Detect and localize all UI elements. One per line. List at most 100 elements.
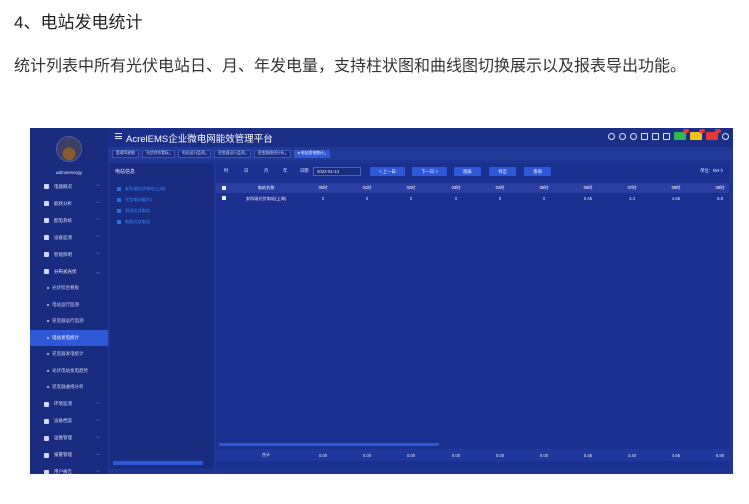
sidebar-item[interactable]: 电能概况 ﹀	[30, 178, 108, 195]
screen-icon[interactable]	[652, 132, 659, 140]
row-checkbox[interactable]	[222, 196, 226, 200]
close-icon[interactable]: ×	[205, 152, 207, 156]
shirt-icon[interactable]	[663, 132, 670, 140]
close-icon[interactable]: ×	[324, 152, 326, 156]
sidebar-item[interactable]: 用户报告 ﹀	[30, 464, 108, 475]
period-hour[interactable]: 时	[224, 168, 228, 174]
tree-scrollbar[interactable]	[113, 461, 203, 465]
date-picker[interactable]: 2022-01-13	[313, 167, 361, 176]
chevron-down-icon: ﹀	[96, 435, 100, 441]
user-icon[interactable]	[722, 132, 729, 140]
avatar[interactable]	[56, 136, 82, 162]
total-cell: 合计	[261, 452, 271, 457]
close-icon[interactable]: ×	[284, 152, 286, 156]
header-icons	[608, 129, 729, 140]
total-cell: 4.65	[671, 452, 681, 458]
analysis-icon	[44, 201, 49, 206]
sidebar-item-label: 能耗分析	[54, 200, 72, 206]
period-month[interactable]: 月	[264, 168, 268, 174]
tab-item[interactable]: 管理驾驶舱	[112, 149, 139, 158]
report-icon	[44, 469, 49, 474]
table-cell: 6.8	[717, 196, 723, 201]
table-scrollbar[interactable]	[219, 443, 439, 446]
warning-badge[interactable]	[706, 129, 721, 140]
bullet-icon	[47, 353, 49, 356]
sidebar-item[interactable]: 设备档案 ﹀	[30, 413, 108, 430]
column-header: 02时	[406, 185, 416, 190]
query-button[interactable]: 查询	[524, 167, 551, 176]
sidebar-item[interactable]: 能耗分析 ﹀	[30, 195, 108, 212]
fullscreen-icon[interactable]	[641, 132, 648, 140]
sidebar-item[interactable]: 光伏电站发电趋势	[30, 363, 108, 380]
prev-day-button[interactable]: < 上一日	[370, 167, 405, 176]
sidebar-item-label: 智能照明	[54, 251, 72, 257]
sidebar-item[interactable]: 电站运行监测	[30, 297, 108, 314]
table-cell: 0	[365, 196, 369, 201]
sidebar-item[interactable]: 智能照明 ﹀	[30, 246, 108, 263]
tree-title: 电站信息	[115, 169, 136, 175]
chevron-down-icon: ﹀	[96, 418, 100, 424]
refresh-icon[interactable]	[630, 132, 637, 140]
sidebar-item[interactable]: 电站发电统计	[30, 329, 108, 346]
tab-item[interactable]: 电站运行监测 ×	[177, 149, 211, 158]
tab-item[interactable]: 逆变器运行监测 ×	[213, 149, 251, 158]
tab-item[interactable]: 逆变器曲线分析 ×	[253, 149, 291, 158]
sidebar-item[interactable]: 报警管理 ﹀	[30, 447, 108, 464]
tree-item[interactable]: 测试光伏电站	[117, 207, 150, 215]
tree-item-label: 新能光伏电站	[125, 219, 151, 224]
bullet-icon	[47, 287, 49, 290]
table-cell: 0	[409, 196, 413, 201]
sidebar-item[interactable]: 设备监测 ﹀	[30, 229, 108, 246]
chevron-down-icon: ﹀	[96, 469, 100, 475]
sidebar-item[interactable]: 配电系统 ﹀	[30, 212, 108, 229]
sidebar-menu: 电能概况 ﹀ 能耗分析 ﹀ 配电系统 ﹀ 设备监测 ﹀ 智能照明 ﹀ 分布式光伏 ︿ 光伏综合看板 电站运…	[30, 178, 108, 474]
checkbox-icon[interactable]	[117, 187, 121, 191]
table-row[interactable]: 安科瑞光伏电站(上海) 0 0 0 0 0 0 0.45 3.4 4.65 6.8	[216, 193, 729, 204]
globe-icon[interactable]	[608, 132, 615, 140]
maintenance-icon	[44, 435, 49, 441]
table-cell: 0.45	[583, 196, 593, 201]
alert-badge[interactable]	[690, 129, 705, 140]
tab-item[interactable]: 光伏综合看板 ×	[141, 149, 175, 158]
bullet-icon	[47, 303, 49, 306]
next-day-button[interactable]: 下一日 >	[412, 167, 447, 176]
export-button[interactable]: 导出	[489, 167, 516, 176]
column-header: 08时	[671, 185, 681, 190]
sidebar-item[interactable]: 运维管理 ﹀	[30, 430, 108, 447]
toolbar: 时 日 月 年 日期 2022-01-13 < 上一日 下一日 > 图表 导出 …	[216, 166, 729, 178]
checkbox-icon[interactable]	[117, 220, 121, 224]
sidebar-item[interactable]: 环境监测 ﹀	[30, 396, 108, 413]
sidebar: adminenergy 电能概况 ﹀ 能耗分析 ﹀ 配电系统 ﹀ 设备监测 ﹀ 智能照明 ﹀ 分布式…	[30, 128, 108, 474]
close-icon[interactable]: ×	[245, 152, 247, 156]
sidebar-item[interactable]: 逆变器运行监测	[30, 313, 108, 330]
tree-item-label: 测试光伏电站	[125, 208, 151, 213]
chart-button[interactable]: 图表	[454, 167, 481, 176]
bell-badge[interactable]	[674, 129, 689, 140]
tab-bar: 管理驾驶舱 光伏综合看板 × 电站运行监测 × 逆变器运行监测 × 逆变器曲线分析 × ●…	[108, 147, 733, 160]
tree-item[interactable]: 新能光伏电站	[117, 218, 150, 226]
unit-label: 单位：kW·h	[700, 168, 723, 173]
select-all-checkbox[interactable]	[222, 186, 226, 190]
app-screenshot: adminenergy 电能概况 ﹀ 能耗分析 ﹀ 配电系统 ﹀ 设备监测 ﹀ 智能照明 ﹀ 分布式…	[30, 128, 733, 474]
sidebar-item[interactable]: 逆变器曲线分析	[30, 379, 108, 396]
monitor-icon	[44, 235, 49, 240]
hamburger-icon[interactable]	[115, 133, 122, 139]
tab-item[interactable]: ● 电站发电统计 ×	[293, 149, 330, 158]
bullet-icon	[47, 336, 49, 339]
tree-item[interactable]: 光伏电站编号1	[117, 196, 152, 204]
sidebar-item[interactable]: 逆变器发电统计	[30, 346, 108, 363]
close-icon[interactable]: ×	[169, 152, 171, 156]
checkbox-icon[interactable]	[117, 198, 121, 202]
period-day[interactable]: 日	[244, 168, 248, 174]
period-year[interactable]: 年	[283, 168, 287, 174]
tab-label: 光伏综合看板	[145, 151, 169, 155]
checkbox-icon[interactable]	[117, 209, 121, 213]
tree-item[interactable]: 安科瑞光伏电站(上海)	[117, 185, 165, 193]
column-header: 07时	[627, 185, 637, 190]
column-header: 09时	[715, 185, 725, 190]
table-cell: 4.65	[671, 196, 681, 201]
sidebar-item[interactable]: 光伏综合看板	[30, 280, 108, 297]
sidebar-item[interactable]: 分布式光伏 ︿	[30, 263, 108, 280]
column-header: 00时	[318, 185, 328, 190]
search-icon[interactable]	[619, 132, 626, 140]
